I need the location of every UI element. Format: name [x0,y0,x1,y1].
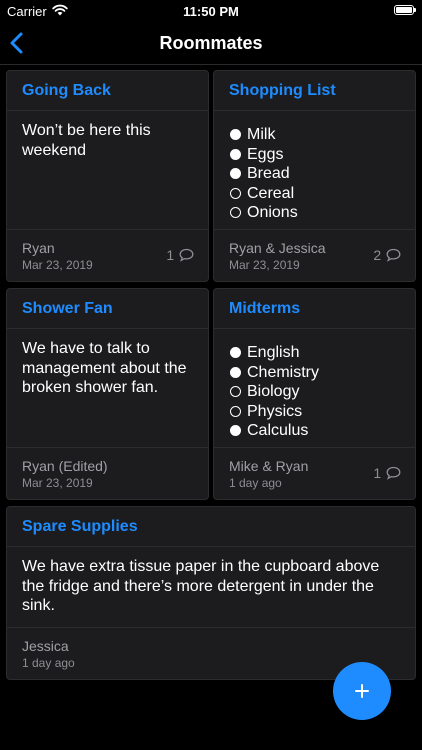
checklist-item: English [229,343,401,363]
checklist-item: Calculus [229,421,401,441]
card-author: Ryan & Jessica [229,240,326,256]
card-title: Midterms [229,300,301,317]
unchecked-dot-icon [230,405,241,417]
speech-bubble-icon [386,248,401,262]
checklist-item-label: Onions [247,204,298,221]
checklist-item: Chemistry [229,363,401,383]
note-card-shower-fan[interactable]: Shower Fan We have to talk to management… [6,288,209,500]
navigation-bar: Roommates [0,24,422,65]
note-card-going-back[interactable]: Going Back Won’t be here this weekend Ry… [6,70,209,282]
checklist-item-label: Milk [247,126,276,143]
checked-dot-icon [230,168,241,180]
checklist-item: Eggs [229,145,401,165]
checklist-item-label: Cereal [247,184,295,202]
card-author: Ryan (Edited) [22,458,108,474]
unchecked-dot-icon [230,187,241,199]
comment-count-label: 1 [166,247,175,263]
note-card-shopping-list[interactable]: Shopping List Milk Eggs Bread Cereal Oni… [213,70,416,282]
card-author: Mike & Ryan [229,458,309,474]
card-date: Mar 23, 2019 [229,258,300,272]
checked-dot-icon [230,129,241,141]
card-body: We have to talk to management about the … [22,340,187,396]
card-title: Going Back [22,82,111,99]
comment-count[interactable]: 2 [373,247,401,263]
checked-dot-icon [230,366,241,378]
checked-dot-icon [230,425,241,437]
unchecked-dot-icon [230,207,241,219]
card-title: Shopping List [229,82,336,99]
comment-count[interactable]: 1 [373,465,401,481]
comment-count[interactable]: 1 [166,247,194,263]
divider [214,447,415,448]
divider [7,447,208,448]
divider [7,328,208,329]
card-date: 1 day ago [229,476,282,490]
checklist-item-label: Bread [247,165,290,182]
plus-icon [355,684,369,698]
checklist-item: Onions [229,203,401,223]
divider [214,229,415,230]
checklist-item: Bread [229,164,401,184]
card-title: Spare Supplies [22,518,138,535]
checklist-item: Physics [229,402,401,422]
note-card-midterms[interactable]: Midterms English Chemistry Biology Physi… [213,288,416,500]
checklist-item: Biology [229,382,401,402]
clock: 11:50 PM [183,4,239,19]
card-date: Mar 23, 2019 [22,258,93,272]
comment-count-label: 2 [373,247,382,263]
card-body: English Chemistry Biology Physics Calcul… [229,343,401,441]
unchecked-dot-icon [230,386,241,398]
card-body: We have extra tissue paper in the cupboa… [22,558,380,614]
page-title: Roommates [159,33,263,53]
checklist-item-label: Biology [247,383,300,400]
add-note-button[interactable] [333,662,391,720]
divider [7,229,208,230]
speech-bubble-icon [179,248,194,262]
divider [214,328,415,329]
checklist-item-label: Eggs [247,145,284,163]
card-author: Ryan [22,240,55,256]
speech-bubble-icon [386,466,401,480]
note-card-spare-supplies[interactable]: Spare Supplies We have extra tissue pape… [6,506,416,680]
status-bar: Carrier 11:50 PM [0,0,422,24]
card-title: Shower Fan [22,300,113,317]
card-date: Mar 23, 2019 [22,476,93,490]
battery-icon [394,5,416,15]
divider [7,627,415,628]
card-body: Won’t be here this weekend [22,122,151,159]
checked-dot-icon [230,148,241,160]
divider [7,546,415,547]
checklist-item-label: English [247,344,300,361]
checklist-item-label: Calculus [247,422,309,439]
checklist-item: Cereal [229,184,401,204]
checked-dot-icon [230,347,241,359]
card-author: Jessica [22,638,69,654]
checklist-item-label: Chemistry [247,363,320,381]
card-body: Milk Eggs Bread Cereal Onions [229,125,401,223]
divider [214,110,415,111]
comment-count-label: 1 [373,465,382,481]
checklist-item: Milk [229,125,401,145]
divider [7,110,208,111]
card-date: 1 day ago [22,656,75,670]
checklist-item-label: Physics [247,402,303,420]
